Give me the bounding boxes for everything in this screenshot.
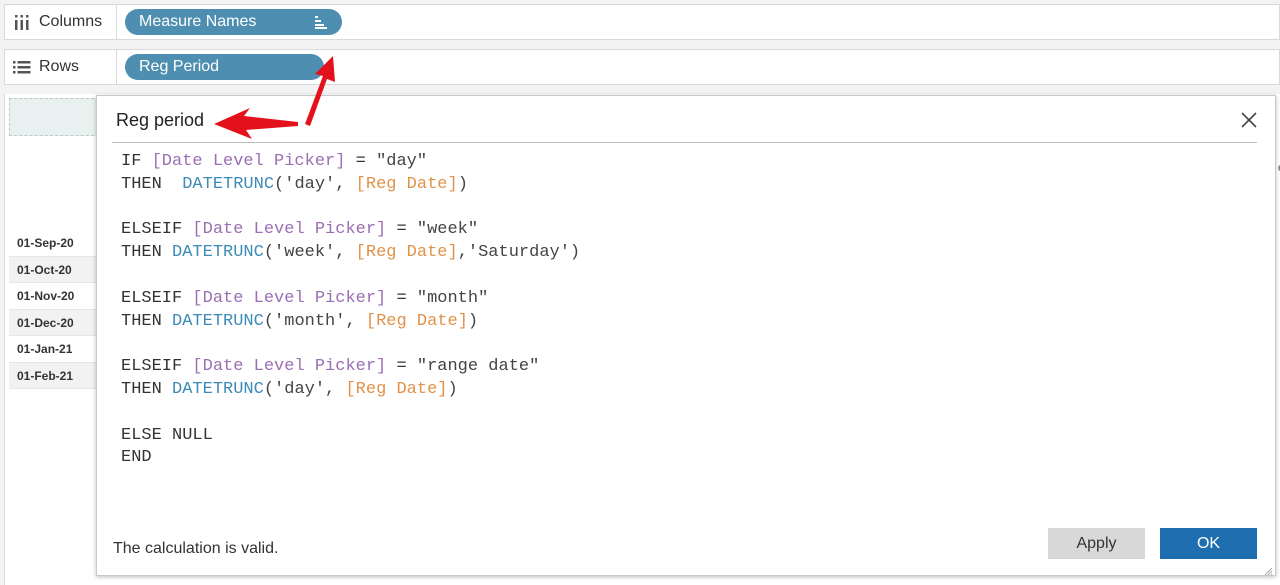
code-line: IF [Date Level Picker] = "day" <box>121 151 580 174</box>
columns-icon <box>13 14 31 30</box>
code-token: ) <box>467 311 479 331</box>
code-line: THEN DATETRUNC('week', [Reg Date],'Satur… <box>121 242 580 265</box>
row-label[interactable]: 01-Dec-20 <box>9 309 101 336</box>
sort-icon <box>314 15 328 29</box>
code-line: THEN DATETRUNC('day', [Reg Date]) <box>121 379 580 402</box>
rows-icon <box>13 59 31 75</box>
columns-shelf: Columns Measure Names <box>4 4 1280 40</box>
code-token: "range date" <box>416 357 540 377</box>
validation-status: The calculation is valid. <box>113 540 279 557</box>
code-token: "week" <box>416 220 479 240</box>
code-token: ELSEIF <box>121 220 193 240</box>
code-line: ELSEIF [Date Level Picker] = "week" <box>121 219 580 242</box>
code-token: ('week', <box>263 243 356 263</box>
measure-names-pill-label: Measure Names <box>139 13 257 30</box>
code-token: = <box>386 288 417 308</box>
code-token: ELSE NULL <box>121 425 213 445</box>
code-token: END <box>121 448 152 468</box>
code-line: THEN DATETRUNC('month', [Reg Date]) <box>121 311 580 334</box>
code-token: ,'Saturday') <box>457 243 581 263</box>
calculation-dialog: Reg period IF [Date Level Picker] = "day… <box>96 95 1276 576</box>
code-token: = <box>345 152 377 171</box>
rows-shelf-label: Rows <box>5 50 117 84</box>
code-token: ) <box>447 379 458 399</box>
row-label[interactable]: 01-Oct-20 <box>9 256 101 283</box>
code-token: [Reg Date] <box>355 243 458 263</box>
code-line: ELSE NULL <box>121 425 580 448</box>
code-line: THEN DATETRUNC('day', [Reg Date]) <box>121 174 580 197</box>
code-token: THEN <box>121 174 183 194</box>
code-token: THEN <box>121 311 173 331</box>
row-label[interactable]: 01-Jan-21 <box>9 336 101 363</box>
row-label[interactable]: 01-Nov-20 <box>9 283 101 310</box>
code-line: ELSEIF [Date Level Picker] = "range date… <box>121 356 580 379</box>
code-token: [Date Level Picker] <box>192 288 387 308</box>
code-token: [Reg Date] <box>355 174 458 194</box>
dialog-title[interactable]: Reg period <box>116 110 204 131</box>
code-token: "day" <box>376 152 428 171</box>
reg-period-pill[interactable]: Reg Period <box>125 54 324 80</box>
code-token: THEN <box>121 379 173 399</box>
apply-button[interactable]: Apply <box>1048 528 1145 559</box>
viz-header-cell[interactable] <box>9 98 99 136</box>
code-token: "month" <box>416 288 489 308</box>
code-token: [Date Level Picker] <box>192 357 387 377</box>
title-divider <box>112 142 1257 143</box>
rows-shelf: Rows Reg Period <box>4 49 1280 85</box>
formula-editor[interactable]: IF [Date Level Picker] = "day" THEN DATET… <box>121 151 580 470</box>
code-token: DATETRUNC <box>172 311 264 331</box>
row-label[interactable]: 01-Feb-21 <box>9 362 101 389</box>
ok-button[interactable]: OK <box>1160 528 1257 559</box>
resize-grip-icon[interactable] <box>1263 563 1273 576</box>
code-token: [Reg Date] <box>365 311 468 331</box>
code-token: [Date Level Picker] <box>192 220 387 240</box>
code-token: THEN <box>121 243 173 263</box>
code-token: DATETRUNC <box>182 174 275 194</box>
code-token: DATETRUNC <box>172 379 264 399</box>
code-token: = <box>386 220 417 240</box>
measure-names-pill[interactable]: Measure Names <box>125 9 343 35</box>
reg-period-pill-label: Reg Period <box>139 58 220 75</box>
code-line: END <box>121 447 580 470</box>
columns-shelf-label: Columns <box>5 5 117 39</box>
row-labels: 01-Sep-20 01-Oct-20 01-Nov-20 01-Dec-20 01-J… <box>9 230 101 389</box>
close-icon[interactable] <box>1239 110 1259 130</box>
code-token: ) <box>457 174 468 194</box>
code-token: ('month', <box>263 311 366 331</box>
code-token: [Reg Date] <box>345 379 448 399</box>
code-token: ('day', <box>274 174 356 194</box>
rows-label-text: Rows <box>39 58 80 75</box>
code-token: = <box>386 357 417 377</box>
row-label[interactable]: 01-Sep-20 <box>9 230 101 257</box>
code-token: ELSEIF <box>121 357 193 377</box>
code-token: DATETRUNC <box>172 243 264 263</box>
code-token: ELSEIF <box>121 288 193 308</box>
columns-label-text: Columns <box>39 13 103 30</box>
code-line: ELSEIF [Date Level Picker] = "month" <box>121 288 580 311</box>
code-token: IF <box>121 152 152 171</box>
code-token: ('day', <box>263 379 346 399</box>
code-token: [Date Level Picker] <box>151 152 346 171</box>
